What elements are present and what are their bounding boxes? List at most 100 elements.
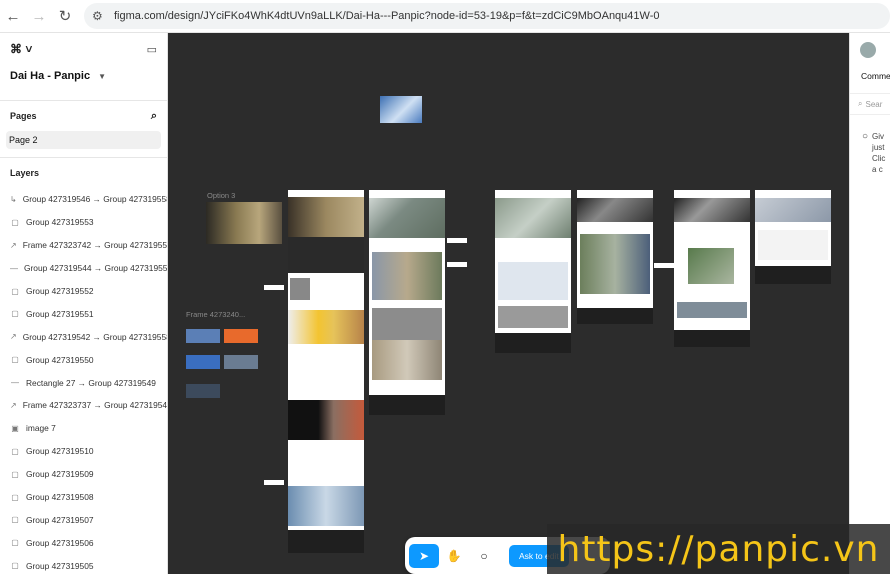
hero-thumbnail[interactable]: [380, 96, 422, 123]
layer-item[interactable]: — Rectangle 27 → Group 427319549: [0, 371, 167, 394]
layer-item[interactable]: ▢ Group 427319550: [0, 348, 167, 371]
layer-item[interactable]: — Group 427319544 → Group 427319558: [0, 257, 167, 280]
detail-news-frame[interactable]: [674, 190, 750, 347]
layer-item[interactable]: ▢ Group 427319551: [0, 302, 167, 325]
layer-label: image 7: [26, 423, 56, 434]
layer-item[interactable]: ▢ Group 427319505: [0, 554, 167, 574]
layer-item[interactable]: ▢ Group 427319510: [0, 440, 167, 463]
comment-hint-text: Giv just Clic a c: [872, 132, 886, 174]
layer-item[interactable]: ↗ Group 427319542 → Group 427319558: [0, 325, 167, 348]
design-canvas[interactable]: Option 3 Frame 4273240... Option 1 Proje…: [168, 33, 849, 574]
layer-type-icon: ▢: [11, 217, 19, 227]
layer-label: Group 427319552: [26, 286, 94, 296]
layer-item[interactable]: ↗ Frame 427323742 → Group 427319558: [0, 234, 167, 257]
left-panel-topbar: ⌘ ˅ ▭: [0, 33, 167, 65]
project-frame[interactable]: [369, 190, 445, 415]
layer-item[interactable]: ↳ Group 427319546 → Group 427319558: [0, 188, 167, 211]
comment-tool-icon[interactable]: ○: [469, 544, 499, 568]
back-arrow-icon[interactable]: ←: [0, 3, 26, 29]
site-settings-icon[interactable]: ⚙: [92, 9, 108, 23]
sidebar-toggle-icon[interactable]: ▭: [147, 43, 157, 56]
layer-item[interactable]: ↗ Frame 427323737 → Group 427319548: [0, 394, 167, 417]
layers-title: Layers: [10, 168, 40, 178]
layer-label: Group 427319546 → Group 427319558: [22, 194, 168, 205]
layer-type-icon: ▢: [11, 309, 19, 319]
option1-frame[interactable]: [288, 190, 364, 553]
layer-item[interactable]: ▣ image 7: [0, 417, 167, 440]
album-frame[interactable]: [577, 190, 653, 324]
option3-label: Option 3: [207, 191, 236, 200]
page-item-label: Page 2: [9, 135, 38, 145]
right-panel: Comme ⌕ Sear ○ Giv just Clic a c: [849, 33, 890, 574]
tab-comment[interactable]: Comme: [861, 71, 890, 81]
page-item-current[interactable]: Page 2: [6, 131, 161, 149]
layer-type-icon: ▢: [11, 492, 19, 502]
layer-type-icon: ▢: [11, 561, 19, 571]
avatar[interactable]: [860, 42, 876, 58]
layer-label: Frame 427323737 → Group 427319548: [22, 400, 168, 411]
layer-label: Frame 427323742 → Group 427319558: [22, 240, 168, 251]
frame-label: Frame 4273240...: [186, 310, 246, 319]
frame-thumb-2[interactable]: [224, 329, 258, 343]
layer-label: Group 427319508: [26, 492, 94, 503]
note-1: [264, 285, 284, 290]
layer-type-icon: ▣: [11, 423, 19, 433]
layer-label: Group 427319551: [26, 308, 94, 319]
watermark: https://panpic.vn: [547, 524, 890, 574]
search-icon[interactable]: ⌕: [151, 110, 157, 123]
move-tool-icon[interactable]: ➤: [409, 543, 439, 568]
pages-header: Pages ⌕: [0, 101, 167, 131]
file-name[interactable]: Dai Ha - Panpic ▼: [0, 65, 167, 87]
address-bar[interactable]: ⚙ figma.com/design/JYciFKo4WhK4dtUVn9aLL…: [84, 3, 890, 29]
note-3: [447, 238, 467, 243]
layer-type-icon: ▢: [11, 446, 19, 456]
layer-item[interactable]: ▢ Group 427319509: [0, 463, 167, 486]
layer-type-icon: ↗: [10, 332, 17, 342]
layer-label: Group 427319544 → Group 427319558: [24, 263, 168, 274]
layer-label: Group 427319510: [26, 446, 94, 457]
layer-label: Group 427319550: [26, 354, 94, 365]
comment-search[interactable]: ⌕ Sear: [850, 93, 890, 115]
comment-search-placeholder: Sear: [865, 99, 883, 109]
frame-thumb-3[interactable]: [186, 355, 220, 369]
contact-frame[interactable]: [755, 190, 831, 284]
layer-item[interactable]: ▢ Group 427319507: [0, 508, 167, 531]
url-text: figma.com/design/JYciFKo4WhK4dtUVn9aLLK/…: [114, 10, 660, 22]
frame-thumb-1[interactable]: [186, 329, 220, 343]
option3-frame[interactable]: [206, 202, 282, 244]
layer-item[interactable]: ▢ Group 427319506: [0, 531, 167, 554]
note-2: [264, 480, 284, 485]
note-5: [654, 263, 674, 268]
detail-project-frame[interactable]: [495, 190, 571, 353]
search-icon: ⌕: [858, 99, 863, 108]
layer-type-icon: ↗: [10, 240, 17, 250]
layer-type-icon: ▢: [11, 286, 19, 296]
frame-thumb-4[interactable]: [224, 355, 258, 369]
layer-item[interactable]: ▢ Group 427319508: [0, 486, 167, 509]
layer-type-icon: ▢: [11, 515, 19, 525]
layer-type-icon: ↳: [10, 194, 17, 204]
frame-thumb-5[interactable]: [186, 384, 220, 398]
layer-label: Group 427319509: [26, 469, 94, 480]
layer-type-icon: —: [11, 378, 19, 388]
layer-type-icon: ▢: [11, 355, 19, 365]
layer-item[interactable]: ▢ Group 427319552: [0, 280, 167, 303]
reload-icon[interactable]: ↻: [52, 3, 78, 29]
layer-label: Group 427319542 → Group 427319558: [22, 331, 168, 342]
layer-label: Rectangle 27 → Group 427319549: [26, 377, 156, 388]
layers-list: ↳ Group 427319546 → Group 427319558 ▢ Group…: [0, 188, 167, 574]
forward-arrow-icon[interactable]: →: [26, 3, 52, 29]
left-panel: ⌘ ˅ ▭ Dai Ha - Panpic ▼ Pages ⌕ Page 2 L…: [0, 33, 168, 574]
note-4: [447, 262, 467, 267]
layer-type-icon: ▢: [11, 538, 19, 548]
layers-header: Layers: [0, 158, 167, 188]
figma-menu-icon[interactable]: ⌘ ˅: [10, 42, 32, 56]
layer-label: Group 427319505: [26, 560, 94, 571]
layer-item[interactable]: ▢ Group 427319553: [0, 211, 167, 234]
layer-type-icon: —: [10, 263, 18, 273]
browser-toolbar: ← → ↻ ⚙ figma.com/design/JYciFKo4WhK4dtU…: [0, 0, 890, 33]
layer-type-icon: ↗: [10, 400, 17, 410]
layer-label: Group 427319507: [26, 514, 94, 525]
hand-tool-icon[interactable]: ✋: [439, 544, 469, 568]
layer-type-icon: ▢: [11, 469, 19, 479]
